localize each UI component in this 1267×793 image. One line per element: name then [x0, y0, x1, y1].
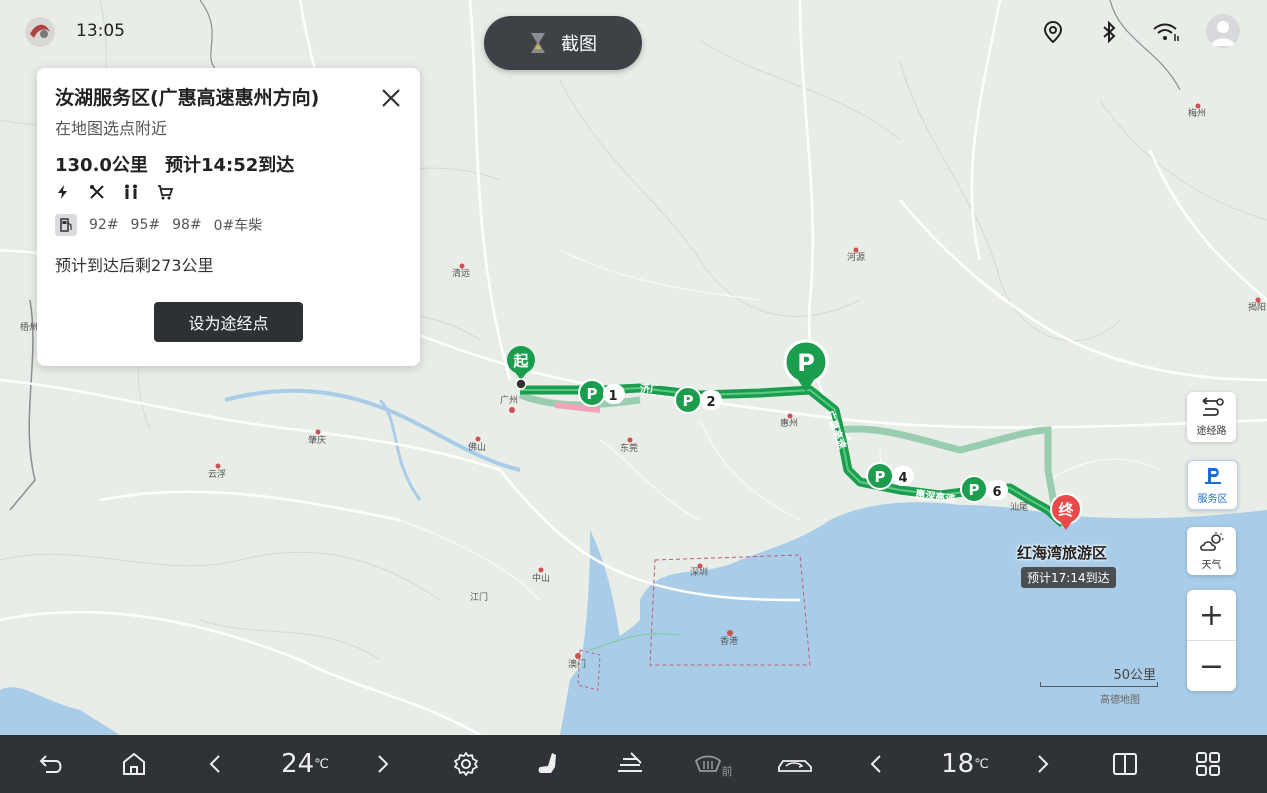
parking-icon [1202, 465, 1224, 490]
map-provider: 高德地图 [1100, 695, 1140, 706]
fuel-row: 92# 95# 98# 0#车柴 [55, 214, 262, 236]
service-area-label: 服务区 [1197, 494, 1228, 505]
waypoint-route-label: 途经路 [1196, 426, 1227, 437]
fuel-type: 95# [130, 217, 161, 233]
city-label-jieyang: 揭阳 [1248, 301, 1266, 313]
status-bar: 13:05 截图 [0, 0, 1267, 70]
city-label-huizhou: 惠州 [780, 417, 798, 429]
back-icon[interactable] [32, 735, 72, 793]
weather-button[interactable]: 天气 [1187, 527, 1236, 575]
car-logo-icon[interactable] [22, 14, 58, 50]
svg-text:P: P [797, 349, 815, 377]
svg-text:P: P [875, 468, 886, 486]
restroom-icon [123, 184, 139, 204]
front-defrost-icon[interactable]: 前 [690, 735, 736, 793]
service-area-button[interactable]: 服务区 [1187, 460, 1238, 510]
weather-label: 天气 [1201, 560, 1222, 571]
location-icon[interactable] [1042, 20, 1064, 44]
svg-text:终: 终 [1058, 501, 1074, 519]
bottom-dock: 24 ℃ 前 18 ℃ [0, 735, 1267, 793]
city-label-guangzhou: 广州 [500, 394, 518, 406]
city-label-qingyuan: 清远 [452, 267, 470, 279]
city-label-meizhou: 梅州 [1188, 107, 1206, 119]
poi-title: 汝湖服务区(广惠高速惠州方向) [55, 87, 320, 109]
service-marker-4[interactable]: P 4 [866, 462, 914, 490]
city-label-wuzhou: 梧州 [20, 321, 38, 333]
svg-text:P: P [683, 392, 694, 410]
svg-text:1: 1 [608, 389, 617, 404]
city-label-macau: 澳门 [568, 658, 586, 670]
right-temperature[interactable]: 18 ℃ [930, 735, 1000, 793]
screenshot-label: 截图 [561, 34, 597, 55]
city-label-yunfu: 云浮 [208, 468, 226, 480]
svg-text:P: P [587, 385, 598, 403]
city-label-zhaoqing: 肇庆 [308, 434, 326, 446]
poi-subtitle: 在地图选点附近 [55, 119, 168, 138]
fuel-type: 98# [172, 217, 202, 233]
city-label-shenzhen: 深圳 [690, 567, 708, 578]
poi-detail-card: 汝湖服务区(广惠高速惠州方向) 在地图选点附近 130.0公里 预计14:52到… [37, 68, 420, 366]
remaining-range: 预计到达后剩273公里 [55, 256, 214, 275]
bluetooth-icon[interactable] [1098, 20, 1120, 44]
zoom-out-button[interactable]: − [1187, 641, 1236, 691]
hourglass-icon [529, 31, 547, 55]
zoom-in-button[interactable]: + [1187, 590, 1236, 640]
fuel-type: 0#车柴 [213, 218, 263, 234]
home-icon[interactable] [114, 735, 154, 793]
svg-text:2: 2 [706, 395, 715, 410]
right-temp-value: 18 [941, 749, 975, 779]
zoom-control: + − [1187, 590, 1236, 691]
svg-text:P: P [969, 481, 980, 499]
poi-distance: 130.0公里 [55, 155, 148, 176]
left-temperature[interactable]: 24 ℃ [270, 735, 340, 793]
city-label-hongkong: 香港 [720, 635, 738, 647]
service-marker-2[interactable]: P 2 [674, 386, 722, 414]
seat-heat-icon[interactable] [528, 735, 568, 793]
weather-icon [1199, 531, 1225, 556]
city-label-dongguan: 东莞 [620, 442, 638, 454]
app-grid-icon[interactable] [1188, 735, 1228, 793]
gas-station-icon [55, 214, 77, 236]
svg-text:6: 6 [992, 485, 1001, 500]
scale-bar [1040, 682, 1158, 687]
left-temp-increase-icon[interactable] [368, 735, 398, 793]
poi-eta: 预计14:52到达 [165, 155, 295, 176]
svg-text:4: 4 [898, 471, 907, 486]
city-label-jiangmen: 江门 [470, 591, 488, 603]
temp-unit: ℃ [314, 756, 329, 772]
front-defrost-label: 前 [721, 765, 733, 778]
shop-icon [157, 184, 174, 204]
rear-defrost-icon[interactable] [610, 735, 650, 793]
fuel-type: 92# [89, 217, 119, 233]
city-label-zhongshan: 中山 [532, 572, 550, 584]
scale-label: 50公里 [1113, 668, 1156, 683]
repair-icon [89, 184, 105, 204]
route-waypoint-icon [1199, 397, 1225, 422]
wifi-icon[interactable] [1152, 20, 1180, 44]
facility-icons [55, 184, 174, 204]
settings-gear-icon[interactable] [446, 735, 486, 793]
clock: 13:05 [76, 21, 125, 41]
road-label-jiguang: 济广 [640, 382, 660, 395]
left-temp-value: 24 [281, 749, 315, 779]
waypoint-route-button[interactable]: 途经路 [1187, 392, 1236, 442]
charging-icon [55, 184, 71, 204]
left-temp-decrease-icon[interactable] [200, 735, 230, 793]
close-icon[interactable] [379, 86, 403, 110]
right-temp-increase-icon[interactable] [1028, 735, 1058, 793]
screenshot-button[interactable]: 截图 [484, 16, 642, 70]
user-avatar[interactable] [1206, 14, 1240, 48]
temp-unit: ℃ [974, 756, 989, 772]
destination-eta-badge: 预计17:14到达 [1021, 567, 1116, 588]
destination-name[interactable]: 红海湾旅游区 [1017, 542, 1107, 563]
city-label-heyuan: 河源 [847, 251, 865, 263]
city-label-foshan: 佛山 [468, 441, 486, 453]
air-recirculation-icon[interactable] [774, 735, 816, 793]
city-label-shanwei: 汕尾 [1010, 502, 1028, 513]
set-waypoint-button[interactable]: 设为途经点 [154, 302, 303, 342]
right-temp-decrease-icon[interactable] [861, 735, 891, 793]
split-screen-icon[interactable] [1105, 735, 1145, 793]
svg-text:起: 起 [512, 352, 529, 370]
